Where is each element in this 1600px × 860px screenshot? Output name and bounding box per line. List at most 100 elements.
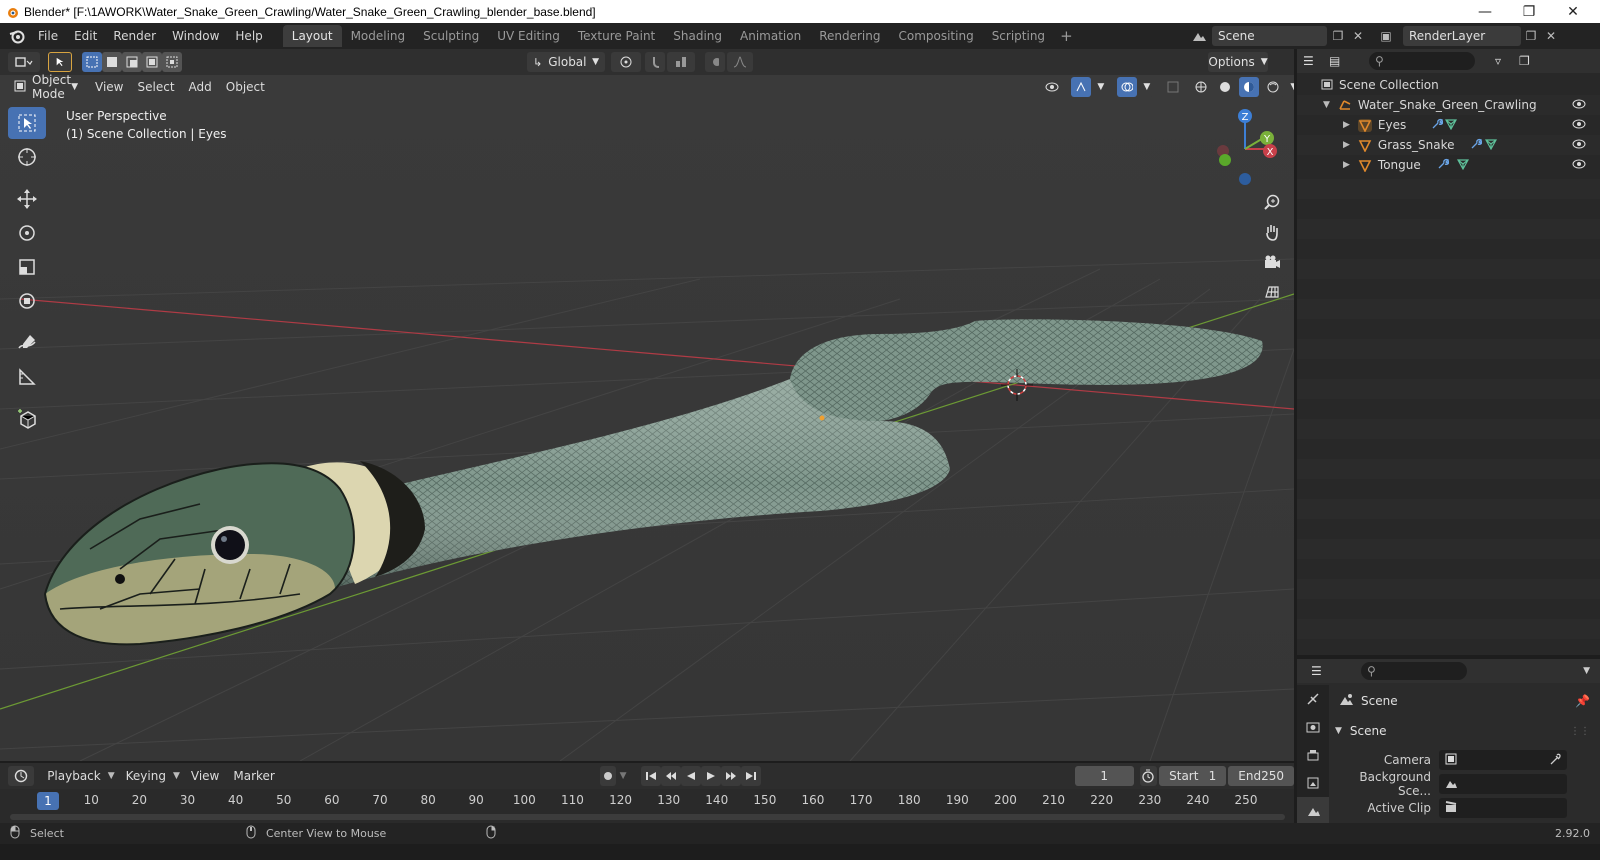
background-scene-field[interactable] xyxy=(1439,774,1567,794)
properties-editor-icon[interactable]: ☰ xyxy=(1311,664,1341,678)
snap-toggle-icon[interactable] xyxy=(645,52,665,72)
select-intersect-icon[interactable] xyxy=(162,52,182,72)
visibility-eye-icon[interactable] xyxy=(1572,158,1586,172)
overlays-toggle-icon[interactable] xyxy=(1116,77,1137,97)
xray-toggle-icon[interactable] xyxy=(1162,77,1183,97)
menu-window[interactable]: Window xyxy=(164,23,227,49)
transform-tool[interactable] xyxy=(8,285,46,317)
view-layer-icon[interactable]: ▣ xyxy=(1377,27,1395,45)
display-mode-icon[interactable]: ▤ xyxy=(1329,54,1355,68)
pan-hand-icon[interactable] xyxy=(1259,219,1285,245)
rendered-shading-icon[interactable] xyxy=(1262,77,1283,97)
delete-scene-icon[interactable]: ✕ xyxy=(1349,27,1367,45)
cursor-tool[interactable] xyxy=(8,141,46,173)
view-layer-tab-icon[interactable] xyxy=(1297,769,1329,797)
move-tool[interactable] xyxy=(8,183,46,215)
new-scene-icon[interactable]: ❐ xyxy=(1329,27,1347,45)
current-frame-field[interactable]: 1 xyxy=(1074,766,1134,786)
outliner-row-scene-collection[interactable]: Scene Collection xyxy=(1297,75,1600,95)
gizmo-toggle-icon[interactable] xyxy=(1070,77,1091,97)
output-tab-icon[interactable] xyxy=(1297,741,1329,769)
annotate-tool[interactable] xyxy=(8,327,46,359)
editor-type-icon[interactable] xyxy=(8,52,40,72)
menu-add[interactable]: Add xyxy=(182,80,219,94)
auto-keying-icon[interactable] xyxy=(599,766,616,786)
properties-search-input[interactable]: ⚲ xyxy=(1361,662,1467,680)
chevron-down-icon[interactable]: ▼ xyxy=(1094,77,1107,97)
delete-view-layer-icon[interactable]: ✕ xyxy=(1542,27,1560,45)
minimize-icon[interactable]: — xyxy=(1463,0,1507,23)
scene-panel-header[interactable]: ▼ Scene ⋮⋮ xyxy=(1329,720,1600,742)
tab-modeling[interactable]: Modeling xyxy=(342,25,415,47)
menu-render[interactable]: Render xyxy=(105,23,164,49)
timeline-editor-type-icon[interactable] xyxy=(8,766,35,786)
scale-tool[interactable] xyxy=(8,251,46,283)
visibility-eye-icon[interactable] xyxy=(1572,118,1586,132)
pivot-point-icon[interactable] xyxy=(611,52,641,72)
tab-uv-editing[interactable]: UV Editing xyxy=(488,25,569,47)
select-subtract-icon[interactable] xyxy=(122,52,142,72)
zoom-icon[interactable] xyxy=(1259,189,1285,215)
visibility-eye-icon[interactable] xyxy=(1036,77,1067,97)
solid-shading-icon[interactable] xyxy=(1214,77,1235,97)
menu-playback[interactable]: Playback xyxy=(40,769,108,783)
options-dropdown[interactable]: Options ▼ xyxy=(1208,52,1268,72)
current-frame-indicator[interactable]: 1 xyxy=(37,792,59,810)
play-reverse-icon[interactable] xyxy=(680,766,701,786)
chevron-down-icon[interactable]: ▼ xyxy=(620,771,627,781)
material-preview-icon[interactable] xyxy=(1238,77,1259,97)
drag-handle-icon[interactable]: ⋮⋮ xyxy=(1570,726,1590,737)
new-collection-icon[interactable]: ❐ xyxy=(1519,54,1530,68)
navigation-gizmo[interactable]: Z Y X xyxy=(1210,107,1284,187)
tab-compositing[interactable]: Compositing xyxy=(889,25,982,47)
visibility-eye-icon[interactable] xyxy=(1572,98,1586,112)
jump-keyframe-forward-icon[interactable] xyxy=(720,766,741,786)
scene-browse-icon[interactable] xyxy=(1190,27,1208,45)
select-invert-icon[interactable] xyxy=(142,52,162,72)
camera-field[interactable] xyxy=(1439,750,1567,770)
frame-ruler[interactable]: 1 10 20 30 40 50 60 70 80 90 100 110 120 130 140 150 160… xyxy=(0,791,1294,811)
mode-dropdown[interactable]: Object Mode ▼ xyxy=(8,73,85,101)
blender-menu-icon[interactable] xyxy=(4,23,30,49)
tab-layout[interactable]: Layout xyxy=(282,25,342,47)
jump-end-icon[interactable] xyxy=(740,766,761,786)
menu-marker[interactable]: Marker xyxy=(226,769,281,783)
tab-scripting[interactable]: Scripting xyxy=(983,25,1054,47)
camera-view-icon[interactable] xyxy=(1259,249,1285,275)
outliner-search-input[interactable]: ⚲ xyxy=(1369,52,1475,70)
tab-texture-paint[interactable]: Texture Paint xyxy=(569,25,664,47)
ortho-grid-icon[interactable] xyxy=(1259,279,1285,305)
proportional-edit-icon[interactable] xyxy=(705,52,725,72)
add-cube-tool[interactable] xyxy=(8,403,46,435)
eyedropper-icon[interactable] xyxy=(1549,753,1561,768)
measure-tool[interactable] xyxy=(8,361,46,393)
select-tool-icon[interactable] xyxy=(48,52,72,72)
menu-object[interactable]: Object xyxy=(219,80,272,94)
pin-icon[interactable]: 📌 xyxy=(1575,694,1590,708)
3d-viewport[interactable]: ↳ Global ▼ Options ▼ Object Mode ▼ View … xyxy=(0,49,1294,761)
end-frame-field[interactable]: End 250 xyxy=(1228,766,1294,786)
collapse-arrow-icon[interactable]: ▼ xyxy=(1335,726,1342,736)
filter-icon[interactable]: ▿ xyxy=(1495,54,1501,68)
close-icon[interactable]: ✕ xyxy=(1551,0,1595,23)
proportional-falloff-icon[interactable] xyxy=(727,52,753,72)
jump-start-icon[interactable] xyxy=(640,766,661,786)
expand-arrow-icon[interactable]: ▶ xyxy=(1343,160,1350,170)
select-extend-icon[interactable] xyxy=(102,52,122,72)
scene-tab-icon[interactable] xyxy=(1297,797,1329,825)
active-clip-field[interactable] xyxy=(1439,798,1567,818)
restore-icon[interactable]: ❐ xyxy=(1507,0,1551,23)
expand-arrow-icon[interactable]: ▶ xyxy=(1343,140,1350,150)
timeline-scrollbar[interactable] xyxy=(10,814,1285,820)
tool-tab-icon[interactable] xyxy=(1297,685,1329,713)
menu-help[interactable]: Help xyxy=(227,23,270,49)
select-box-tool[interactable] xyxy=(8,107,46,139)
select-new-icon[interactable] xyxy=(82,52,102,72)
menu-view[interactable]: View xyxy=(184,769,226,783)
menu-select[interactable]: Select xyxy=(131,80,182,94)
menu-keying[interactable]: Keying xyxy=(119,769,173,783)
jump-keyframe-back-icon[interactable] xyxy=(660,766,681,786)
visibility-eye-icon[interactable] xyxy=(1572,138,1586,152)
rotate-tool[interactable] xyxy=(8,217,46,249)
snap-target-icon[interactable] xyxy=(667,52,695,72)
